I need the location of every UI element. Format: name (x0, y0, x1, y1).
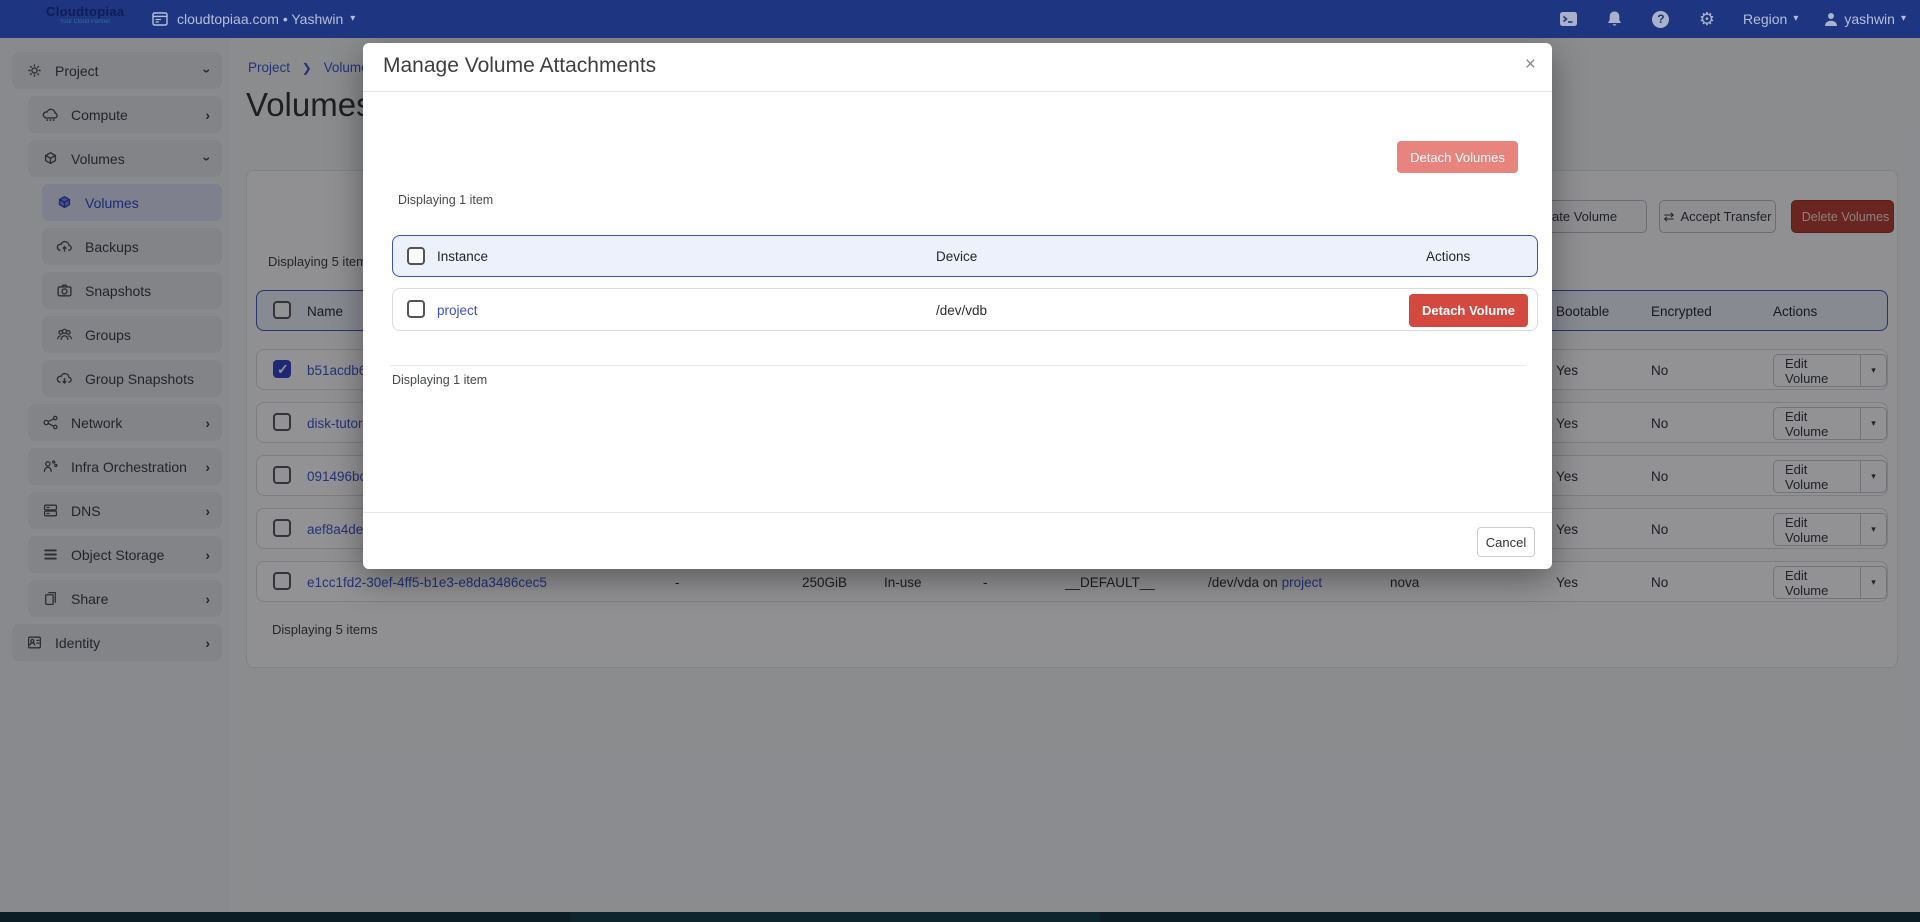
close-icon[interactable]: × (1525, 54, 1536, 76)
top-navbar: Cloudtopiaa Your Cloud Partner cloudtopi… (0, 0, 1920, 38)
attachments-table-header: Instance Device Actions (392, 235, 1538, 277)
region-selector[interactable]: Region ▾ (1743, 11, 1798, 27)
instance-link[interactable]: project (437, 289, 478, 332)
user-icon (1824, 12, 1838, 27)
app-window: Cloudtopiaa Your Cloud Partner cloudtopi… (0, 0, 1920, 922)
modal-footer-divider (363, 512, 1552, 513)
caret-down-icon: ▾ (1901, 14, 1906, 24)
user-menu[interactable]: yashwin ▾ (1824, 11, 1906, 27)
console-icon[interactable] (1559, 9, 1579, 29)
cancel-button[interactable]: Cancel (1477, 527, 1535, 557)
help-icon[interactable]: ? (1651, 9, 1671, 29)
modal-count-top: Displaying 1 item (398, 193, 493, 207)
divider (390, 365, 1525, 366)
caret-down-icon: ▾ (350, 14, 355, 24)
settings-gear-icon[interactable]: ⚙ (1697, 9, 1717, 29)
detach-volume-button[interactable]: Detach Volume (1409, 294, 1528, 327)
detach-volumes-button[interactable]: Detach Volumes (1397, 141, 1518, 173)
region-label: Region (1743, 11, 1787, 27)
select-all-checkbox[interactable] (407, 247, 425, 265)
username-label: yashwin (1844, 11, 1895, 27)
modal-title: Manage Volume Attachments (383, 54, 656, 78)
brand-tagline: Your Cloud Partner (46, 19, 124, 26)
attachment-row: project /dev/vdb Detach Volume (392, 288, 1538, 331)
context-label: cloudtopiaa.com • Yashwin (177, 11, 343, 27)
brand-logo[interactable]: Cloudtopiaa Your Cloud Partner (46, 4, 124, 26)
caret-down-icon: ▾ (1793, 14, 1798, 24)
brand-name: Cloudtopiaa (46, 4, 124, 19)
notifications-bell-icon[interactable] (1605, 9, 1625, 29)
modal-header: Manage Volume Attachments × (363, 43, 1552, 92)
device-value: /dev/vdb (936, 289, 987, 332)
column-header-instance[interactable]: Instance (437, 236, 488, 278)
row-checkbox[interactable] (407, 300, 425, 318)
modal-count-bottom: Displaying 1 item (392, 373, 487, 387)
project-context-switcher[interactable]: cloudtopiaa.com • Yashwin ▾ (150, 0, 355, 38)
column-header-actions: Actions (1426, 236, 1470, 278)
window-icon (150, 9, 170, 29)
column-header-device[interactable]: Device (936, 236, 977, 278)
manage-volume-attachments-modal: Manage Volume Attachments × Detach Volum… (363, 43, 1552, 569)
